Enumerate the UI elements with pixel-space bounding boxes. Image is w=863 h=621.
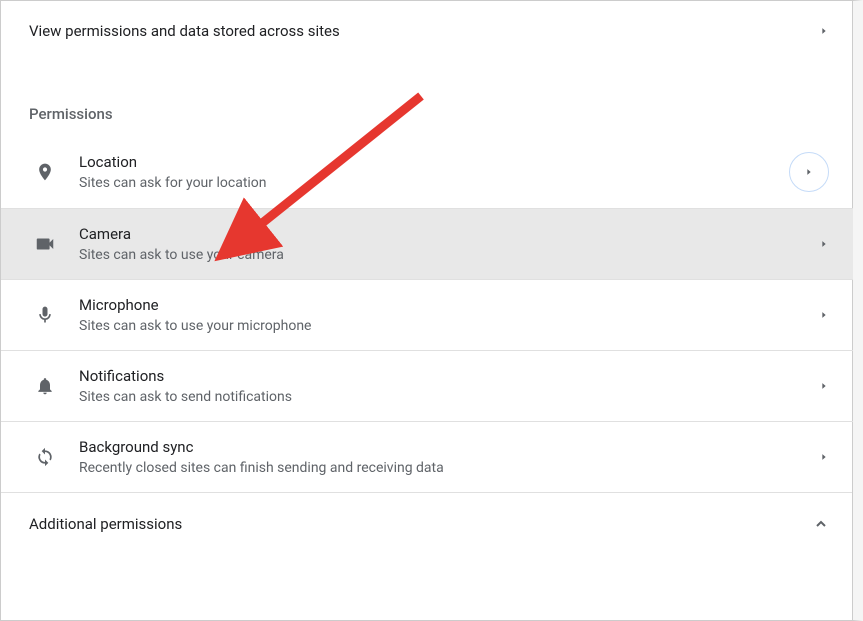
additional-permissions-label: Additional permissions <box>29 515 182 533</box>
sync-icon <box>33 445 57 469</box>
camera-icon <box>33 232 57 256</box>
permission-text: Notifications Sites can ask to send noti… <box>79 367 819 405</box>
chevron-right-icon <box>819 24 829 38</box>
permission-description: Sites can ask for your location <box>79 175 789 191</box>
permission-label: Notifications <box>79 367 819 385</box>
permission-description: Sites can ask to use your microphone <box>79 318 819 334</box>
permission-row-background-sync[interactable]: Background sync Recently closed sites ca… <box>1 421 853 492</box>
permission-description: Sites can ask to send notifications <box>79 389 819 405</box>
location-icon <box>33 160 57 184</box>
permission-text: Microphone Sites can ask to use your mic… <box>79 296 819 334</box>
chevron-right-icon <box>789 152 829 192</box>
view-permissions-label: View permissions and data stored across … <box>29 22 340 40</box>
permission-row-microphone[interactable]: Microphone Sites can ask to use your mic… <box>1 279 853 350</box>
notifications-icon <box>33 374 57 398</box>
permission-label: Background sync <box>79 438 819 456</box>
permission-row-notifications[interactable]: Notifications Sites can ask to send noti… <box>1 350 853 421</box>
permission-text: Location Sites can ask for your location <box>79 153 789 191</box>
permission-text: Camera Sites can ask to use your camera <box>79 225 819 263</box>
permission-label: Location <box>79 153 789 171</box>
permission-row-camera[interactable]: Camera Sites can ask to use your camera <box>1 208 853 279</box>
chevron-up-icon <box>813 516 829 532</box>
microphone-icon <box>33 303 57 327</box>
chevron-right-icon <box>819 237 829 251</box>
view-permissions-link[interactable]: View permissions and data stored across … <box>1 1 853 61</box>
permission-label: Camera <box>79 225 819 243</box>
chevron-right-icon <box>819 308 829 322</box>
chevron-right-icon <box>819 450 829 464</box>
chevron-right-icon <box>819 379 829 393</box>
permission-description: Sites can ask to use your camera <box>79 247 819 263</box>
permissions-section-title: Permissions <box>1 81 853 135</box>
permission-label: Microphone <box>79 296 819 314</box>
additional-permissions-toggle[interactable]: Additional permissions <box>1 492 853 555</box>
permission-description: Recently closed sites can finish sending… <box>79 460 819 476</box>
permission-row-location[interactable]: Location Sites can ask for your location <box>1 135 853 208</box>
permission-text: Background sync Recently closed sites ca… <box>79 438 819 476</box>
